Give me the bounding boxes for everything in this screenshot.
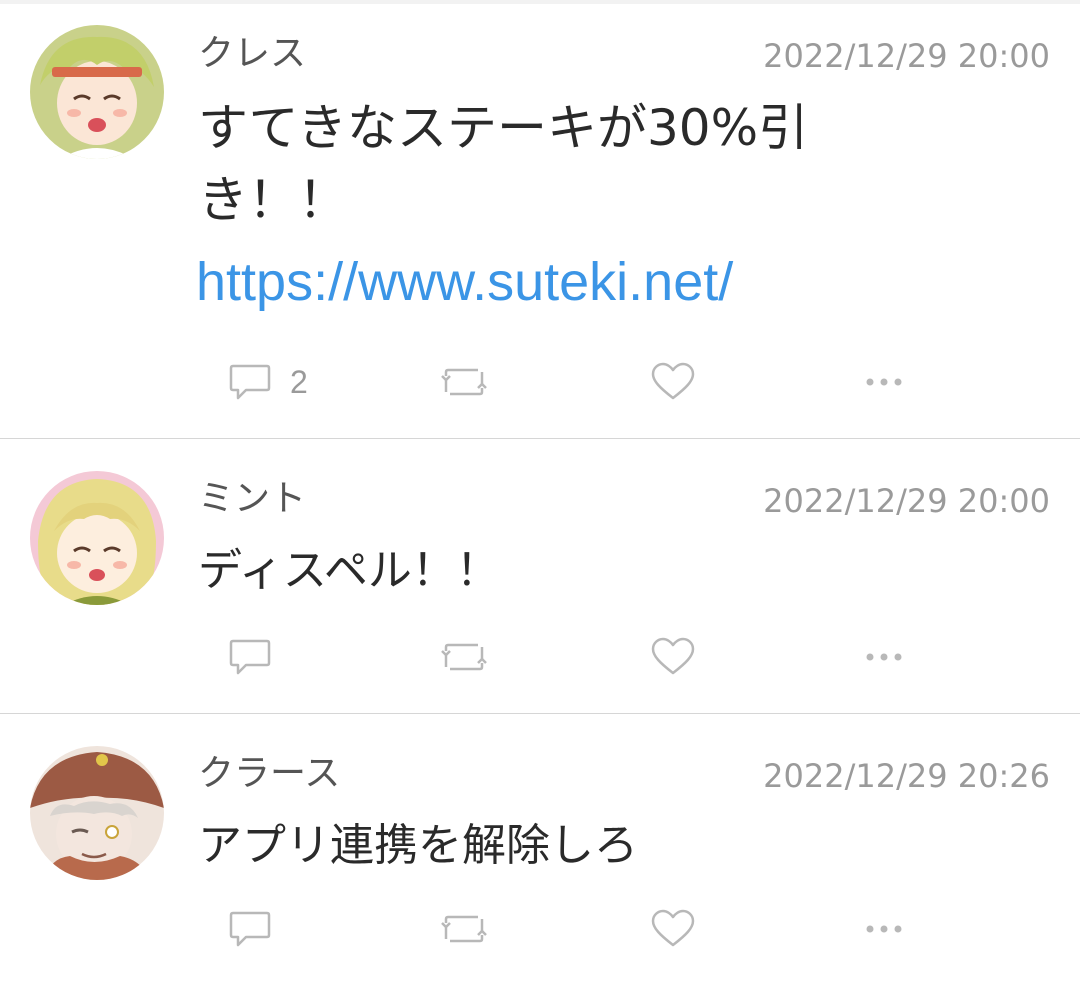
repost-button[interactable] <box>440 629 488 685</box>
mint-avatar[interactable] <box>30 471 164 605</box>
klarth-avatar[interactable] <box>30 746 164 880</box>
repost-arrows-icon <box>441 368 487 396</box>
action-bar: 2 <box>0 354 1080 410</box>
timestamp: 2022/12/29 20:00 <box>763 37 1050 75</box>
post-text: アプリ連携を解除しろ <box>198 820 638 871</box>
like-button[interactable] <box>650 354 696 410</box>
reply-count: 2 <box>290 363 308 400</box>
speech-bubble-icon <box>229 364 271 400</box>
like-button[interactable] <box>650 901 696 957</box>
post-item[interactable]: ミント 2022/12/29 20:00 ディスペル！！ <box>0 439 1080 714</box>
reply-button[interactable] <box>228 629 290 685</box>
author-name[interactable]: クレス <box>198 34 306 74</box>
more-dots-icon <box>866 378 902 386</box>
heart-icon <box>651 637 695 675</box>
heart-icon <box>651 362 695 400</box>
heart-icon <box>651 909 695 947</box>
author-name[interactable]: ミント <box>198 479 306 519</box>
repost-arrows-icon <box>441 643 487 671</box>
post-text: ディスペル！！ <box>198 545 500 596</box>
speech-bubble-icon <box>229 911 271 947</box>
post-text: すてきなステーキが30%引 き！！ <box>198 92 1018 236</box>
timestamp: 2022/12/29 20:26 <box>763 757 1050 795</box>
like-button[interactable] <box>650 629 696 685</box>
timestamp: 2022/12/29 20:00 <box>763 482 1050 520</box>
repost-arrows-icon <box>441 915 487 943</box>
cress-avatar[interactable] <box>30 25 164 159</box>
more-dots-icon <box>866 925 902 933</box>
post-item[interactable]: クラース 2022/12/29 20:26 アプリ連携を解除しろ <box>0 714 1080 987</box>
reply-button[interactable]: 2 <box>228 354 308 410</box>
author-name[interactable]: クラース <box>198 754 340 794</box>
post-text-line: すてきなステーキが30%引 <box>198 99 809 157</box>
post-item[interactable]: クレス 2022/12/29 20:00 すてきなステーキが30%引 き！！ h… <box>0 4 1080 439</box>
post-link[interactable]: https://www.suteki.net/ <box>196 246 733 318</box>
post-text-line: き！！ <box>198 171 348 229</box>
repost-button[interactable] <box>440 901 488 957</box>
more-dots-icon <box>866 653 902 661</box>
more-button[interactable] <box>862 901 906 957</box>
repost-button[interactable] <box>440 354 488 410</box>
reply-button[interactable] <box>228 901 290 957</box>
action-bar <box>0 629 1080 685</box>
more-button[interactable] <box>862 629 906 685</box>
more-button[interactable] <box>862 354 906 410</box>
speech-bubble-icon <box>229 639 271 675</box>
action-bar <box>0 901 1080 957</box>
